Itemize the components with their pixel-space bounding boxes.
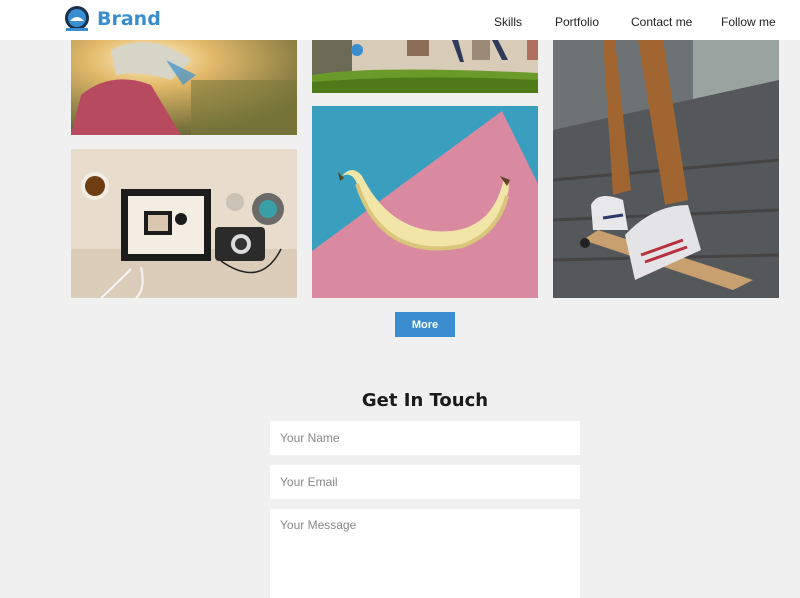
more-button[interactable]: More <box>395 312 455 337</box>
gallery-photo-jump[interactable] <box>312 40 538 93</box>
name-input[interactable] <box>270 421 580 455</box>
message-textarea[interactable] <box>270 509 580 598</box>
nav-portfolio[interactable]: Portfolio <box>555 15 599 29</box>
navbar: Brand Skills Portfolio Contact me Follow… <box>0 0 800 40</box>
nav-follow[interactable]: Follow me <box>721 15 776 29</box>
contact-title: Get In Touch <box>361 390 489 411</box>
brand-logo-icon <box>63 5 91 33</box>
gallery-photo-banana[interactable] <box>312 106 538 298</box>
gallery-photo-child[interactable] <box>71 40 297 135</box>
nav-skills[interactable]: Skills <box>494 15 522 29</box>
email-input[interactable] <box>270 465 580 499</box>
gallery-photo-skate[interactable] <box>553 40 779 298</box>
brand-link[interactable]: Brand <box>63 5 161 33</box>
nav-contact[interactable]: Contact me <box>631 15 692 29</box>
gallery-photo-desk[interactable] <box>71 149 297 298</box>
brand-name: Brand <box>97 8 161 30</box>
